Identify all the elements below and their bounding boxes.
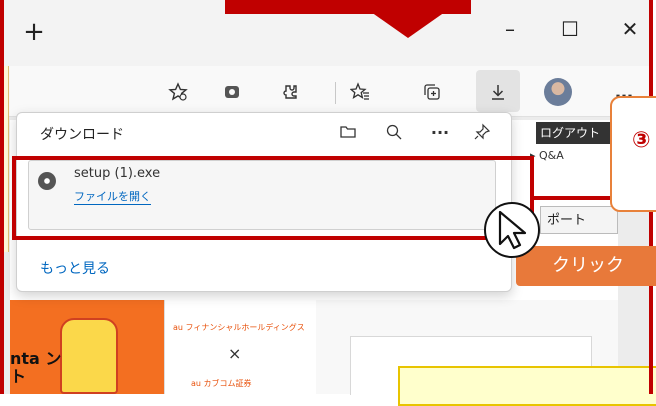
mouse-cursor-icon [498, 210, 527, 250]
step-callout [610, 96, 656, 212]
highlight-connector [534, 196, 618, 200]
click-instruction-label: クリック [516, 246, 656, 286]
tutorial-arrow-down-icon [354, 0, 462, 38]
step-number: ③ [632, 128, 651, 153]
download-item-highlight [12, 156, 534, 240]
